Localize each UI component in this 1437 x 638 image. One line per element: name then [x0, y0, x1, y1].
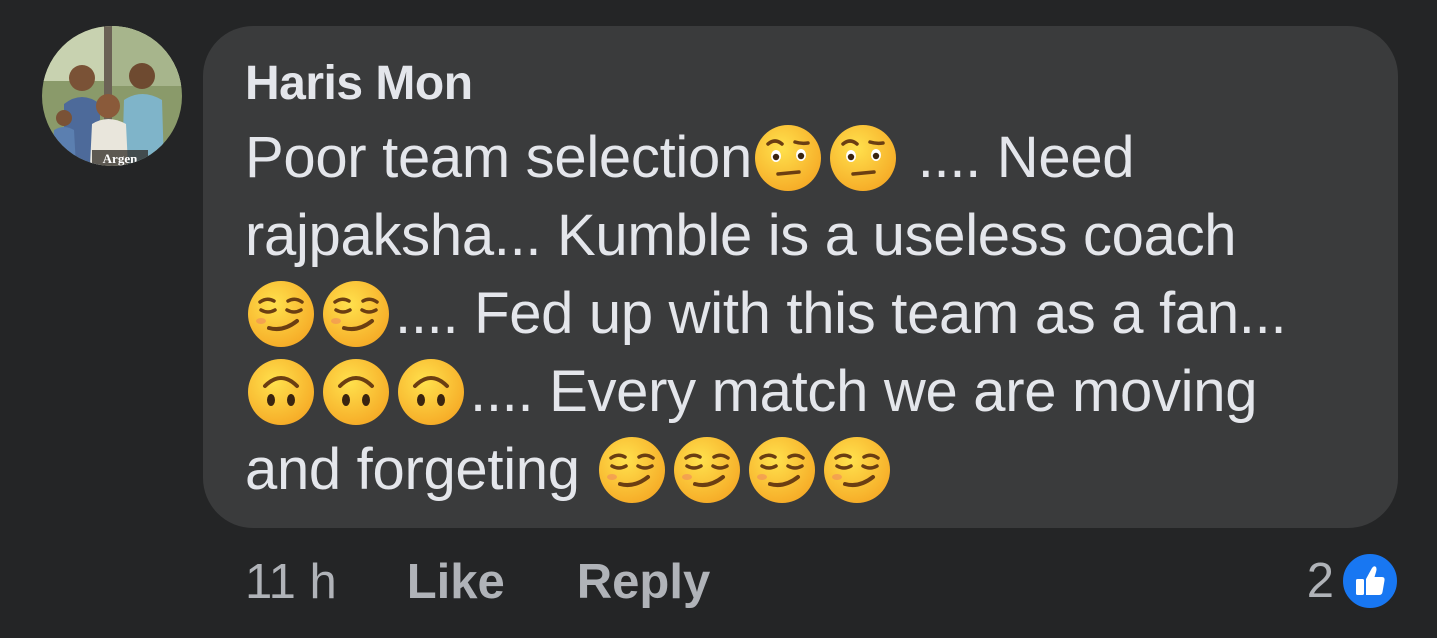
like-button[interactable]: Like [407, 552, 505, 612]
comment-text-segment: rajpaksha... Kumble is a useless coach [245, 203, 1237, 268]
comment-text-segment: .... Every match we are moving [470, 359, 1258, 424]
avatar-overlay-text: Argen [103, 151, 138, 166]
comment-line: and forgeting [245, 431, 1370, 509]
reply-button[interactable]: Reply [577, 552, 710, 612]
comment-text-segment: and forgeting [245, 437, 596, 502]
reaction-summary[interactable]: 2 [1307, 550, 1400, 612]
upside-down-emoji [320, 356, 392, 428]
raised-eyebrow-emoji [827, 122, 899, 194]
comment-line: rajpaksha... Kumble is a useless coach [245, 197, 1370, 275]
comment-actions: 11 h Like Reply [245, 552, 710, 612]
smirking-emoji [596, 434, 668, 506]
raised-eyebrow-emoji [752, 122, 824, 194]
comment-text-segment: .... Fed up with this team as a fan... [395, 281, 1287, 346]
smirking-emoji [320, 278, 392, 350]
smirking-emoji [821, 434, 893, 506]
comment-text-segment: Poor team selection [245, 125, 752, 190]
smirking-emoji [671, 434, 743, 506]
avatar-photo: Argen [42, 26, 182, 166]
comment-text: Poor team selection .... Need rajpaksha..… [245, 119, 1370, 509]
comment-line: .... Every match we are moving [245, 353, 1370, 431]
upside-down-emoji [395, 356, 467, 428]
reaction-count: 2 [1306, 554, 1334, 608]
thumbs-up-icon [1340, 551, 1400, 611]
upside-down-emoji [245, 356, 317, 428]
author-avatar[interactable]: Argen [42, 26, 182, 166]
smirking-emoji [746, 434, 818, 506]
comment-line: .... Fed up with this team as a fan... [245, 275, 1370, 353]
smirking-emoji [245, 278, 317, 350]
comment-author-name[interactable]: Haris Mon [245, 56, 473, 112]
comment-line: Poor team selection .... Need [245, 119, 1370, 197]
comment-text-segment: .... Need [901, 125, 1135, 190]
comment-timestamp[interactable]: 11 h [245, 552, 337, 612]
